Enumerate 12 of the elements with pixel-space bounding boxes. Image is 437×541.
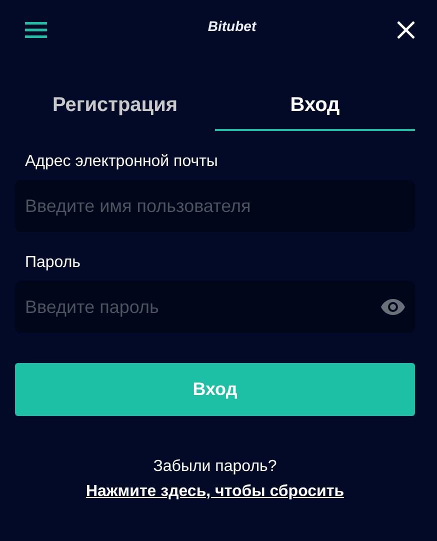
tab[interactable]: Регистрация	[15, 88, 215, 131]
tab[interactable]: Вход	[215, 88, 415, 131]
menu-icon[interactable]	[25, 22, 47, 38]
forgot-text: Забыли пароль?	[153, 458, 277, 476]
input-field[interactable]: Введите имя пользователя	[15, 180, 415, 232]
field-label: Адрес электронной почты	[25, 153, 219, 171]
close-icon[interactable]	[397, 21, 415, 39]
field-label: Пароль	[25, 254, 82, 272]
input-field[interactable]: Введите пароль	[15, 281, 415, 333]
eye-icon[interactable]	[381, 299, 405, 315]
reset-link[interactable]: Нажмите здесь, чтобы сбросить	[86, 483, 344, 501]
logo[interactable]: Bitubet	[208, 18, 256, 34]
